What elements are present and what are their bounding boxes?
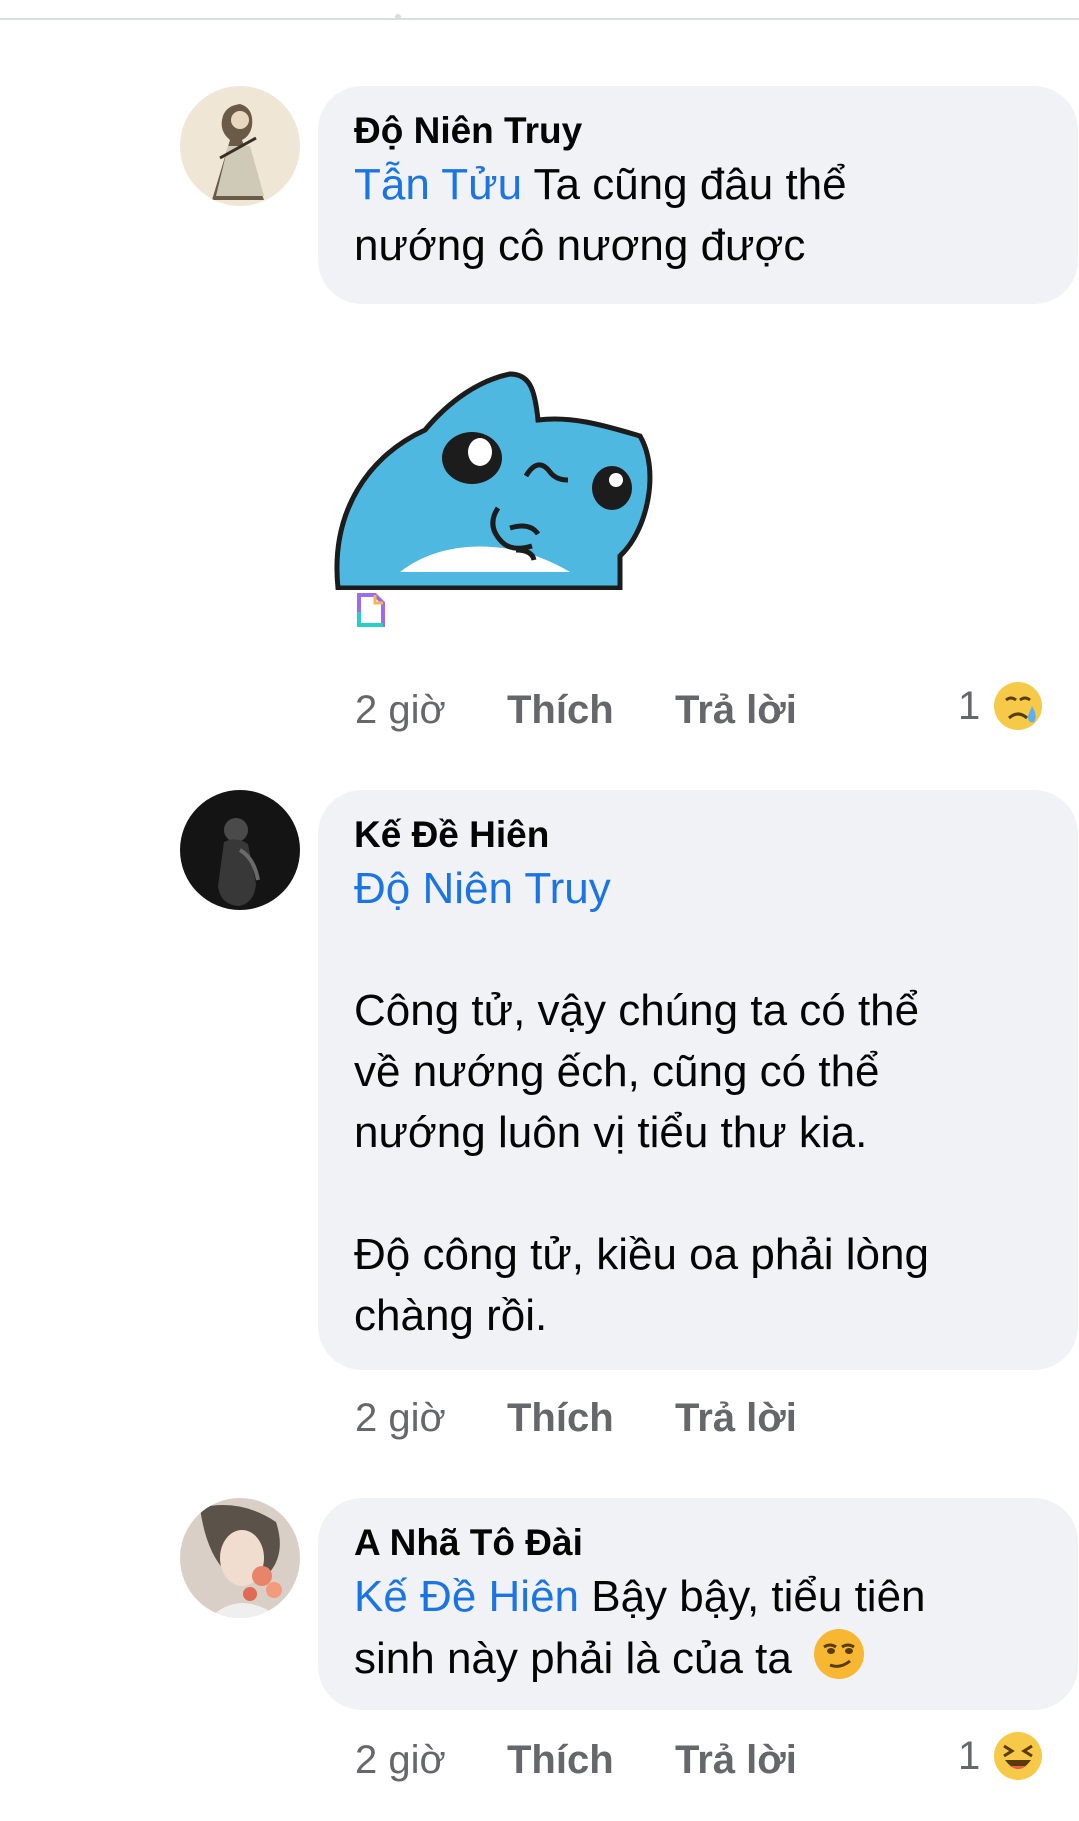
comment-author[interactable]: Độ Niên Truy bbox=[354, 108, 1042, 154]
reaction-count: 1 bbox=[958, 1734, 981, 1778]
comment-text: Kế Đề Hiên Bậy bậy, tiểu tiên bbox=[354, 1572, 926, 1621]
comment-text-line: nướng luôn vị tiểu thư kia. bbox=[354, 1108, 868, 1157]
comment-bubble[interactable]: Độ Niên Truy Tẫn Tửu Ta cũng đâu thể nướ… bbox=[318, 86, 1078, 304]
avatar[interactable] bbox=[180, 790, 300, 910]
comment-text-line: về nướng ếch, cũng có thể bbox=[354, 1047, 880, 1096]
comment-text: sinh này phải là của ta bbox=[354, 1627, 1042, 1697]
like-button[interactable]: Thích bbox=[507, 1396, 614, 1441]
mention-link[interactable]: Kế Đề Hiên bbox=[354, 1572, 579, 1621]
reaction-summary[interactable]: 1 bbox=[958, 1730, 1054, 1786]
avatar-image-dark-portrait bbox=[180, 790, 300, 910]
comment-author[interactable]: A Nhã Tô Đài bbox=[354, 1520, 1042, 1566]
avatar[interactable] bbox=[180, 86, 300, 206]
avatar-image-person-with-flowers bbox=[180, 1498, 300, 1618]
mention-link[interactable]: Tẫn Tửu bbox=[354, 160, 522, 209]
comment-text-line: chàng rồi. bbox=[354, 1291, 548, 1340]
reply-button[interactable]: Trả lời bbox=[675, 688, 797, 733]
comment-actions: 2 giờ Thích Trả lời bbox=[355, 1738, 797, 1788]
comment-actions: 2 giờ Thích Trả lời bbox=[355, 1396, 797, 1446]
laughing-face-icon bbox=[992, 1730, 1044, 1782]
crying-face-icon bbox=[992, 680, 1044, 732]
comment-text-line: Công tử, vậy chúng ta có thể bbox=[354, 986, 920, 1035]
comment-time[interactable]: 2 giờ bbox=[355, 1396, 446, 1441]
top-divider bbox=[0, 18, 1079, 20]
sticker-image[interactable] bbox=[330, 360, 660, 591]
divider-dot bbox=[395, 14, 401, 20]
avatar[interactable] bbox=[180, 1498, 300, 1618]
avatar-image-ancient-figure bbox=[180, 86, 300, 206]
reply-button[interactable]: Trả lời bbox=[675, 1738, 797, 1783]
comment-bubble[interactable]: Kế Đề Hiên Độ Niên Truy Công tử, vậy chú… bbox=[318, 790, 1078, 1370]
mention-link[interactable]: Độ Niên Truy bbox=[354, 858, 1042, 919]
reply-button[interactable]: Trả lời bbox=[675, 1396, 797, 1441]
comment-text: Tẫn Tửu Ta cũng đâu thể bbox=[354, 160, 847, 209]
like-button[interactable]: Thích bbox=[507, 1738, 614, 1783]
comment-author[interactable]: Kế Đề Hiên bbox=[354, 812, 1042, 858]
comment-actions: 2 giờ Thích Trả lời bbox=[355, 688, 797, 738]
comment-bubble[interactable]: A Nhã Tô Đài Kế Đề Hiên Bậy bậy, tiểu ti… bbox=[318, 1498, 1078, 1710]
like-button[interactable]: Thích bbox=[507, 688, 614, 733]
comment-time[interactable]: 2 giờ bbox=[355, 688, 446, 733]
reaction-count: 1 bbox=[958, 684, 981, 728]
blue-cat-sticker-icon bbox=[334, 371, 653, 591]
comment-text-line: nướng cô nương được bbox=[354, 221, 806, 270]
comment-time[interactable]: 2 giờ bbox=[355, 1738, 446, 1783]
reaction-summary[interactable]: 1 bbox=[958, 680, 1054, 736]
sticker-file-icon bbox=[356, 592, 386, 628]
comment-text-line: Độ công tử, kiều oa phải lòng bbox=[354, 1230, 929, 1279]
smirking-face-icon bbox=[812, 1627, 866, 1697]
